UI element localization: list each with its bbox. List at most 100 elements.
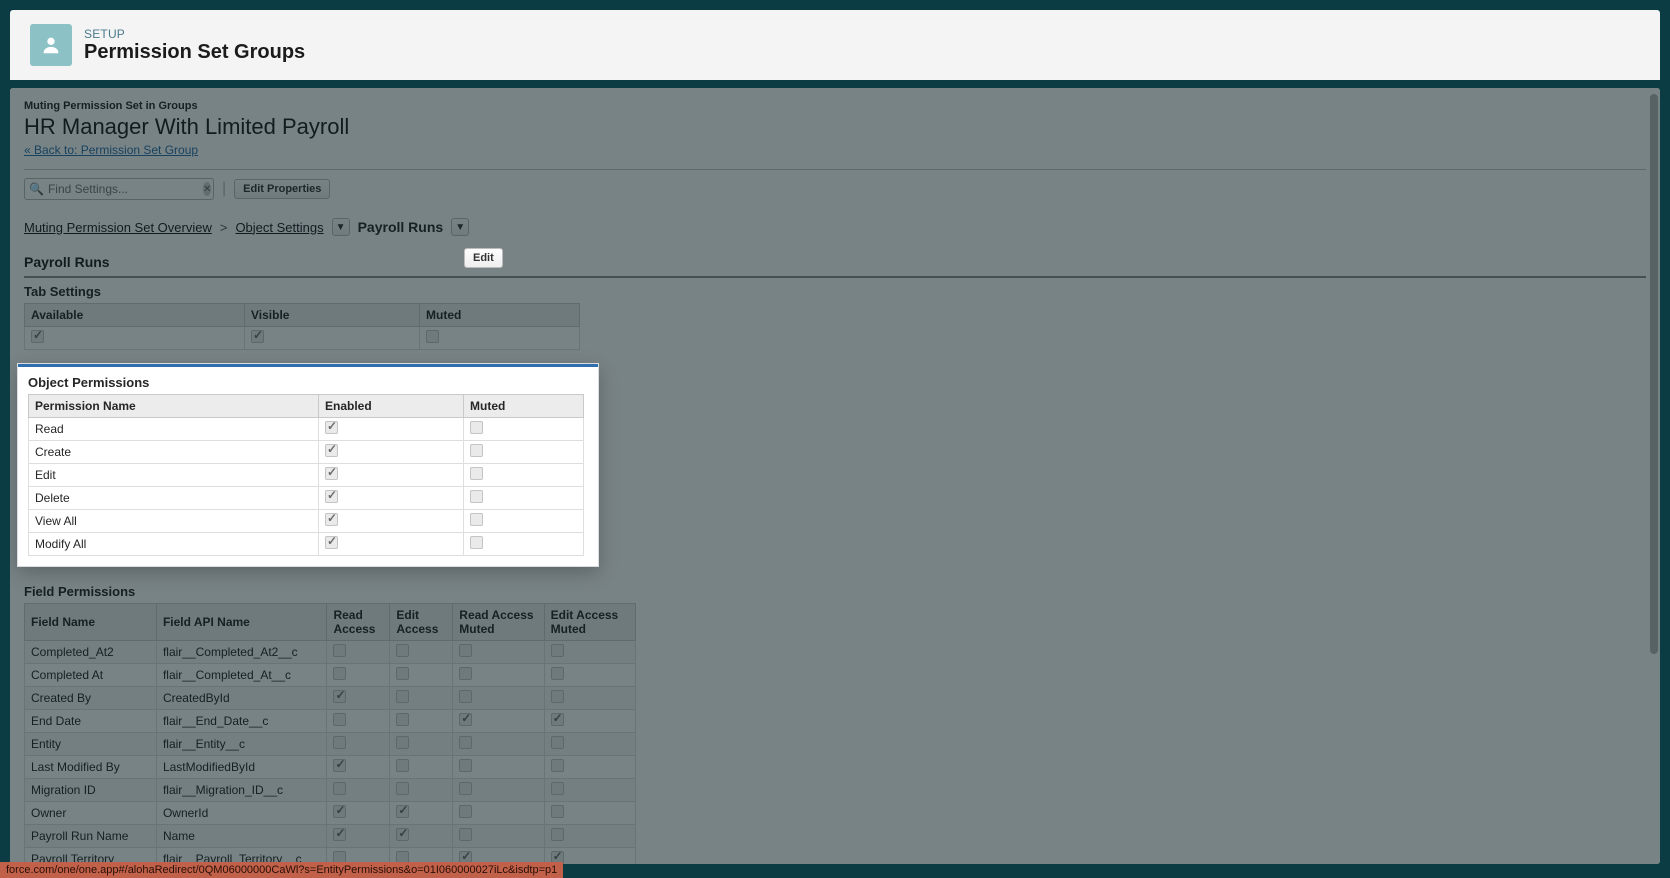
- edit-access-muted-checkbox: [551, 828, 564, 841]
- read-access: [327, 641, 390, 664]
- enabled-checkbox: [325, 467, 338, 480]
- clear-icon[interactable]: ✕: [203, 182, 211, 196]
- read-access-muted: [453, 756, 544, 779]
- read-access: [327, 664, 390, 687]
- enabled-cell: [319, 510, 464, 533]
- muted-checkbox: [470, 421, 483, 434]
- th-visible: Visible: [245, 304, 420, 327]
- edit-access-muted-checkbox: [551, 736, 564, 749]
- breadcrumb-sep: >: [220, 220, 228, 235]
- vertical-scrollbar[interactable]: [1650, 94, 1658, 824]
- muted-checkbox: [470, 467, 483, 480]
- edit-access: [390, 641, 453, 664]
- permission-name-cell: Edit: [29, 464, 319, 487]
- edit-access-muted-checkbox: [551, 644, 564, 657]
- read-access-checkbox: [333, 713, 346, 726]
- edit-access: [390, 756, 453, 779]
- read-access-checkbox: [333, 759, 346, 772]
- permission-name-cell: Delete: [29, 487, 319, 510]
- enabled-checkbox: [325, 536, 338, 549]
- tab-settings-table: Available Visible Muted: [24, 303, 580, 350]
- field-name-cell: Entity: [25, 733, 157, 756]
- read-access-muted-checkbox: [459, 644, 472, 657]
- muted-checkbox: [470, 513, 483, 526]
- field-api-cell: flair__Entity__c: [156, 733, 327, 756]
- edit-access: [390, 733, 453, 756]
- read-access: [327, 733, 390, 756]
- edit-access-muted-checkbox: [551, 805, 564, 818]
- page-title: HR Manager With Limited Payroll: [24, 114, 1646, 140]
- th-read-access-muted: Read Access Muted: [453, 604, 544, 641]
- muted-checkbox: [426, 330, 439, 343]
- field-permission-row: End Dateflair__End_Date__c: [25, 710, 636, 733]
- edit-access-muted-checkbox: [551, 713, 564, 726]
- read-access-checkbox: [333, 782, 346, 795]
- read-access-muted-checkbox: [459, 713, 472, 726]
- enabled-cell: [319, 464, 464, 487]
- field-api-cell: CreatedById: [156, 687, 327, 710]
- tab-settings-row: [25, 327, 580, 350]
- breadcrumb-overview[interactable]: Muting Permission Set Overview: [24, 220, 212, 235]
- edit-access-checkbox: [396, 713, 409, 726]
- field-name-cell: Completed_At2: [25, 641, 157, 664]
- content-frame: Muting Permission Set in Groups HR Manag…: [10, 88, 1660, 864]
- read-access-muted: [453, 802, 544, 825]
- edit-access-muted: [544, 641, 635, 664]
- edit-access-checkbox: [396, 644, 409, 657]
- muted-cell: [464, 464, 584, 487]
- header-eyebrow: SETUP: [84, 27, 305, 41]
- back-link[interactable]: « Back to: Permission Set Group: [24, 143, 198, 157]
- read-access-muted: [453, 710, 544, 733]
- object-permissions-title: Object Permissions: [28, 375, 588, 390]
- enabled-checkbox: [325, 444, 338, 457]
- edit-access-muted: [544, 802, 635, 825]
- field-api-cell: flair__Completed_At2__c: [156, 641, 327, 664]
- field-permissions-title: Field Permissions: [24, 584, 1646, 599]
- th-field-name: Field Name: [25, 604, 157, 641]
- read-access-muted: [453, 641, 544, 664]
- th-enabled: Enabled: [319, 395, 464, 418]
- edit-access: [390, 779, 453, 802]
- th-edit-access: Edit Access: [390, 604, 453, 641]
- object-permission-row: Delete: [29, 487, 584, 510]
- read-access-checkbox: [333, 667, 346, 680]
- field-permission-row: Migration IDflair__Migration_ID__c: [25, 779, 636, 802]
- muted-cell: [464, 441, 584, 464]
- breadcrumb-object-settings[interactable]: Object Settings: [235, 220, 323, 235]
- read-access-checkbox: [333, 805, 346, 818]
- edit-access-muted-checkbox: [551, 759, 564, 772]
- muted-checkbox: [470, 490, 483, 503]
- th-edit-access-muted: Edit Access Muted: [544, 604, 635, 641]
- read-access-muted-checkbox: [459, 667, 472, 680]
- read-access-muted-checkbox: [459, 805, 472, 818]
- read-access-checkbox: [333, 644, 346, 657]
- object-settings-dropdown[interactable]: ▼: [332, 218, 350, 236]
- enabled-cell: [319, 441, 464, 464]
- permission-set-groups-icon: [30, 24, 72, 66]
- setup-header: SETUP Permission Set Groups: [10, 10, 1660, 80]
- permission-name-cell: Modify All: [29, 533, 319, 556]
- search-input[interactable]: [48, 182, 203, 196]
- tab-settings-title: Tab Settings: [24, 284, 1646, 299]
- edit-access: [390, 664, 453, 687]
- edit-properties-button[interactable]: Edit Properties: [234, 179, 330, 199]
- edit-access-muted: [544, 664, 635, 687]
- read-access-muted: [453, 664, 544, 687]
- payroll-runs-dropdown[interactable]: ▼: [451, 218, 469, 236]
- edit-access: [390, 687, 453, 710]
- enabled-cell: [319, 533, 464, 556]
- th-permission-name: Permission Name: [29, 395, 319, 418]
- field-name-cell: End Date: [25, 710, 157, 733]
- field-name-cell: Created By: [25, 687, 157, 710]
- search-input-wrap[interactable]: 🔍 ✕: [24, 178, 214, 200]
- read-access-checkbox: [333, 828, 346, 841]
- toolbar: 🔍 ✕ | Edit Properties: [24, 178, 1646, 200]
- permission-name-cell: Create: [29, 441, 319, 464]
- field-permission-row: Completed_At2flair__Completed_At2__c: [25, 641, 636, 664]
- edit-access: [390, 825, 453, 848]
- edit-button[interactable]: Edit: [464, 248, 503, 268]
- status-url-strip: force.com/one/one.app#/alohaRedirect/0QM…: [0, 862, 563, 878]
- edit-access-checkbox: [396, 759, 409, 772]
- edit-access-muted: [544, 733, 635, 756]
- edit-access-muted: [544, 825, 635, 848]
